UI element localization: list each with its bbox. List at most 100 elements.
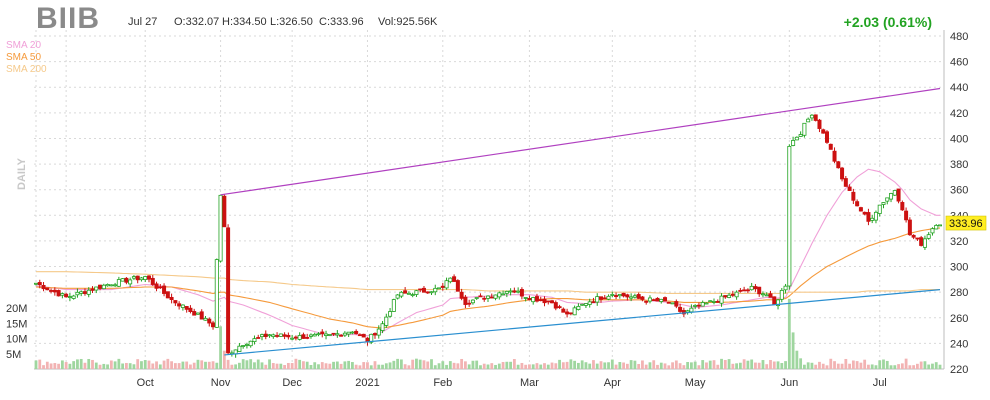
- volume-bar: [94, 362, 98, 369]
- candle-body: [211, 322, 216, 328]
- price-tick-label: 260: [950, 313, 968, 325]
- candle: [817, 118, 822, 133]
- candle-body: [67, 296, 72, 298]
- candle-body: [745, 289, 750, 292]
- volume-bar: [347, 360, 351, 369]
- candle: [647, 295, 652, 304]
- volume-bar: [509, 361, 512, 369]
- candle-body: [674, 301, 679, 307]
- candle: [56, 289, 61, 297]
- candle: [896, 188, 901, 204]
- volume-bar: [490, 363, 494, 369]
- candle: [177, 301, 182, 310]
- volume-bar: [625, 363, 629, 369]
- candle: [749, 282, 754, 291]
- volume-bar: [362, 362, 366, 369]
- volume-bar: [136, 359, 140, 369]
- volume-bar: [885, 360, 889, 369]
- volume-bar: [761, 360, 765, 369]
- volume-bar: [610, 359, 614, 369]
- candle-body: [437, 287, 442, 290]
- candle: [131, 275, 136, 281]
- candle-body: [154, 283, 159, 289]
- candle-body: [474, 297, 479, 299]
- candle-body: [384, 316, 389, 326]
- volume-bar: [241, 359, 245, 369]
- volume-bar: [143, 360, 147, 369]
- volume-bar: [648, 362, 652, 369]
- candle: [237, 343, 242, 352]
- candle: [372, 332, 377, 339]
- candle: [915, 237, 920, 242]
- candle-body: [452, 276, 457, 282]
- candle: [154, 281, 159, 292]
- candle-body: [851, 191, 856, 201]
- candle-body: [293, 336, 298, 339]
- candle-body: [282, 334, 287, 337]
- volume-bar: [68, 363, 72, 369]
- volume-bar: [543, 363, 546, 369]
- candle: [621, 292, 626, 298]
- candle: [128, 277, 133, 288]
- volume-bar: [550, 362, 554, 369]
- volume-bar: [701, 360, 705, 369]
- candle-body: [870, 217, 875, 221]
- volume-bar: [539, 364, 543, 369]
- candle-body: [391, 299, 396, 312]
- candle: [41, 282, 46, 292]
- candle: [437, 287, 442, 290]
- candle-body: [708, 300, 713, 303]
- candle-body: [723, 295, 728, 298]
- candle: [474, 297, 479, 300]
- candle-body: [508, 290, 513, 293]
- volume-bar: [720, 358, 723, 369]
- candle: [211, 320, 216, 330]
- volume-bar: [320, 362, 324, 369]
- volume-bar: [674, 360, 678, 369]
- volume-bar: [851, 360, 855, 369]
- volume-bar: [795, 350, 799, 369]
- candle: [305, 333, 310, 340]
- candle-body: [877, 204, 882, 214]
- volume-bar: [113, 361, 117, 369]
- candle-body: [467, 302, 472, 305]
- candle-body: [169, 296, 174, 300]
- candle-body: [455, 280, 460, 292]
- candle-body: [557, 306, 562, 309]
- candle-body: [670, 302, 675, 305]
- candle: [655, 297, 660, 302]
- candle-body: [489, 296, 494, 299]
- candle-body: [561, 308, 566, 313]
- candle: [561, 307, 566, 313]
- candle-body: [614, 295, 619, 297]
- candle: [139, 276, 144, 282]
- candle-body: [930, 228, 935, 234]
- volume-bar: [750, 359, 754, 369]
- candle: [173, 300, 178, 306]
- volume-bar: [286, 362, 290, 369]
- volume-bar: [712, 360, 716, 369]
- volume-bar: [256, 359, 260, 369]
- candle-body: [497, 292, 502, 298]
- volume-bar: [230, 364, 234, 369]
- candle: [873, 210, 878, 224]
- volume-bar: [207, 361, 211, 369]
- candle-body: [290, 337, 295, 340]
- candle: [421, 285, 426, 293]
- volume-bar: [181, 361, 185, 369]
- candle-body: [821, 129, 826, 134]
- candle: [192, 308, 197, 316]
- candle: [399, 291, 404, 299]
- volume-bar: [659, 362, 663, 369]
- candle: [410, 292, 415, 298]
- candle: [862, 211, 867, 216]
- volume-bar: [324, 363, 328, 369]
- candle: [354, 329, 359, 335]
- candle: [855, 199, 860, 207]
- volume-bar: [332, 361, 335, 369]
- price-tick-label: 380: [950, 159, 968, 171]
- candle-body: [610, 294, 615, 296]
- volume-bar: [418, 359, 422, 369]
- candle: [930, 227, 935, 236]
- candle: [926, 232, 931, 240]
